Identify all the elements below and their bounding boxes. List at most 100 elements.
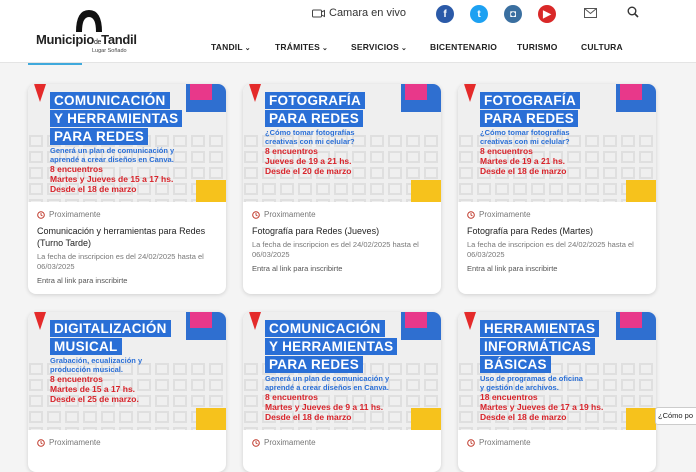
nav-item-label: TANDIL xyxy=(211,42,243,52)
flyer-title-line: Y HERRAMIENTAS xyxy=(265,338,398,355)
flyer-schedule-line: Martes de 19 a 21 hs. xyxy=(480,156,566,166)
chevron-down-icon: ⌄ xyxy=(322,45,329,52)
course-title[interactable]: Fotografía para Redes (Martes) xyxy=(467,225,647,237)
course-flyer: HERRAMIENTAS INFORMÁTICAS BÁSICAS Uso de pr… xyxy=(458,312,656,430)
nav-item-tandil[interactable]: TANDIL ⌄ xyxy=(211,42,251,52)
flyer-description-line: Grabación, ecualización y xyxy=(50,356,143,365)
flyer-schedule-line: 18 encuentros xyxy=(480,392,538,402)
nav-item-label: TURISMO xyxy=(517,42,558,52)
flyer-description-line: Generá un plan de comunicación y xyxy=(50,146,175,155)
flyer-title-line: HERRAMIENTAS xyxy=(480,320,600,337)
flyer-description-line: producción musical. xyxy=(50,365,123,374)
course-flyer: COMUNICACIÓN Y HERRAMIENTAS PARA REDES Gene… xyxy=(243,312,441,430)
flyer-schedule-line: Desde el 18 de marzo xyxy=(265,412,352,422)
course-card-body: Proximamente Fotografía para Redes (Jueve… xyxy=(243,202,441,273)
course-inscription-link[interactable]: Entra al link para inscribirte xyxy=(467,264,647,273)
course-title[interactable]: Fotografía para Redes (Jueves) xyxy=(252,225,432,237)
municipio-logo[interactable]: MunicipiodeTandil Lugar Soñado xyxy=(36,8,144,56)
tab-cursos[interactable] xyxy=(28,62,82,65)
course-status-label: Proximamente xyxy=(49,210,101,219)
course-inscription-link[interactable]: Entra al link para inscribirte xyxy=(252,264,432,273)
course-title[interactable]: Comunicación y herramientas para Redes (… xyxy=(37,225,217,249)
flyer-decoration xyxy=(190,312,212,328)
flyer-decoration xyxy=(405,312,427,328)
nav-item-label: TRÁMITES xyxy=(275,42,321,52)
flyer-title-line: COMUNICACIÓN xyxy=(265,320,385,337)
flyer-decoration xyxy=(190,84,212,100)
flyer-title-line: COMUNICACIÓN xyxy=(50,92,170,109)
flyer-description-line: ¿Cómo tomar fotografías xyxy=(480,128,570,137)
nav-item-servicios[interactable]: SERVICIOS ⌄ xyxy=(351,42,407,52)
flyer-description-line: aprendé a crear diseños en Canva. xyxy=(50,155,174,164)
camara-label: Camara en vivo xyxy=(329,7,407,19)
flyer-title-line: INFORMÁTICAS xyxy=(480,338,596,355)
course-card-body: Proximamente xyxy=(243,430,441,447)
course-status: Proximamente xyxy=(467,210,647,219)
flyer-schedule-line: Martes de 15 a 17 hs. xyxy=(50,384,136,394)
flyer-description-line: creativas con mi celular? xyxy=(265,137,355,146)
course-inscription-link[interactable]: Entra al link para inscribirte xyxy=(37,276,217,285)
mail-icon[interactable] xyxy=(584,8,597,18)
nav-item-bicentenario[interactable]: BICENTENARIO xyxy=(430,42,497,52)
flyer-schedule-line: 8 encuentros xyxy=(265,146,318,156)
course-card[interactable]: FOTOGRAFÍA PARA REDES ¿Cómo tomar fotograf… xyxy=(458,84,656,294)
flyer-schedule-line: Desde el 20 de marzo xyxy=(265,166,352,176)
nav-item-cultura[interactable]: CULTURA xyxy=(581,42,623,52)
flyer-title-line: BÁSICAS xyxy=(480,356,551,373)
flyer-schedule-line: Desde el 25 de marzo. xyxy=(50,394,139,404)
flyer-title-line: PARA REDES xyxy=(50,128,149,145)
course-card[interactable]: FOTOGRAFÍA PARA REDES ¿Cómo tomar fotograf… xyxy=(243,84,441,294)
flyer-description-line: y gestión de archivos. xyxy=(480,383,559,392)
course-card-body: Proximamente xyxy=(28,430,226,447)
course-card-body: Proximamente Fotografía para Redes (Marte… xyxy=(458,202,656,273)
flyer-decoration xyxy=(196,408,226,430)
facebook-icon[interactable]: f xyxy=(436,5,454,23)
flyer-schedule-line: Martes y Jueves de 15 a 17 hs. xyxy=(50,174,174,184)
course-card[interactable]: DIGITALIZACIÓN MUSICAL Grabación, ecualiza… xyxy=(28,312,226,472)
logo-wordmark: MunicipiodeTandil xyxy=(36,32,137,47)
help-tooltip[interactable]: ¿Cómo po xyxy=(655,407,696,425)
flyer-title-line: PARA REDES xyxy=(265,356,364,373)
flyer-schedule-line: Desde el 18 de marzo xyxy=(480,412,567,422)
course-flyer: FOTOGRAFÍA PARA REDES ¿Cómo tomar fotograf… xyxy=(458,84,656,202)
flyer-text: COMUNICACIÓN Y HERRAMIENTAS PARA REDES Gene… xyxy=(50,92,183,194)
chevron-down-icon: ⌄ xyxy=(400,45,408,52)
flyer-decoration xyxy=(620,312,642,328)
course-flyer: COMUNICACIÓN Y HERRAMIENTAS PARA REDES Gene… xyxy=(28,84,226,202)
nav-item-turismo[interactable]: TURISMO xyxy=(517,42,558,52)
course-card[interactable]: COMUNICACIÓN Y HERRAMIENTAS PARA REDES Gene… xyxy=(28,84,226,294)
clock-icon xyxy=(37,438,45,447)
flyer-text: FOTOGRAFÍA PARA REDES ¿Cómo tomar fotograf… xyxy=(480,92,580,176)
course-status: Proximamente xyxy=(37,438,217,447)
twitter-icon[interactable]: t xyxy=(470,5,488,23)
clock-icon xyxy=(252,438,260,447)
flyer-schedule-line: 8 encuentros xyxy=(480,146,533,156)
flyer-schedule-line: Desde el 18 de marzo xyxy=(50,184,137,194)
flyer-description-line: ¿Cómo tomar fotografías xyxy=(265,128,355,137)
flyer-schedule-line: 8 encuentros xyxy=(265,392,318,402)
flyer-title-line: FOTOGRAFÍA xyxy=(480,92,580,109)
camara-en-vivo-link[interactable]: Camara en vivo xyxy=(312,7,406,19)
instagram-icon[interactable]: ◘ xyxy=(504,5,522,23)
course-status-label: Proximamente xyxy=(264,210,316,219)
nav-item-trámites[interactable]: TRÁMITES ⌄ xyxy=(275,42,328,52)
flyer-description-line: creativas con mi celular? xyxy=(480,137,570,146)
youtube-icon[interactable]: ▶ xyxy=(538,5,556,23)
course-card[interactable]: COMUNICACIÓN Y HERRAMIENTAS PARA REDES Gene… xyxy=(243,312,441,472)
clock-icon xyxy=(467,438,475,447)
course-status: Proximamente xyxy=(252,210,432,219)
nav-item-label: BICENTENARIO xyxy=(430,42,498,52)
chevron-down-icon: ⌄ xyxy=(244,45,251,52)
clock-icon xyxy=(252,210,260,219)
flyer-schedule-line: Martes y Jueves de 9 a 11 hs. xyxy=(265,402,384,412)
course-status-label: Proximamente xyxy=(264,438,316,447)
course-inscription-dates: La fecha de inscripcion es del 24/02/202… xyxy=(37,252,204,271)
flyer-title-line: PARA REDES xyxy=(480,110,579,127)
flyer-text: HERRAMIENTAS INFORMÁTICAS BÁSICAS Uso de pr… xyxy=(480,320,603,422)
search-icon[interactable] xyxy=(627,6,639,18)
course-card[interactable]: HERRAMIENTAS INFORMÁTICAS BÁSICAS Uso de pr… xyxy=(458,312,656,472)
flyer-decoration xyxy=(626,408,656,430)
course-flyer: DIGITALIZACIÓN MUSICAL Grabación, ecualiza… xyxy=(28,312,226,430)
flyer-decoration xyxy=(405,84,427,100)
flyer-title-line: DIGITALIZACIÓN xyxy=(50,320,171,337)
